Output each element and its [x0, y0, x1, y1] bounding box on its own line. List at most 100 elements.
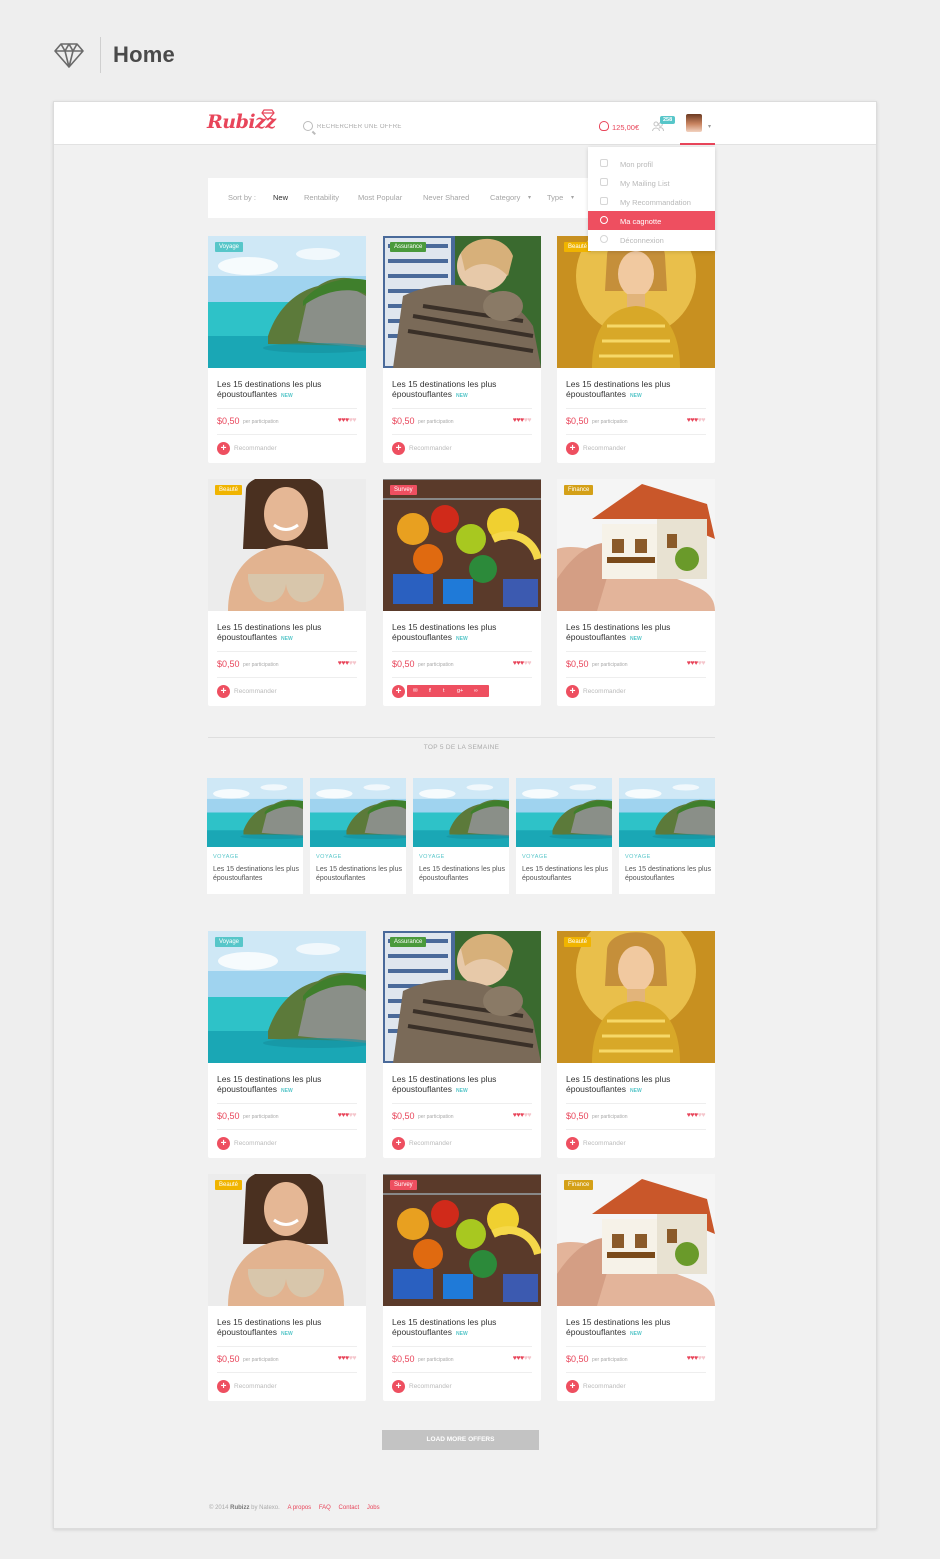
recommend-label[interactable]: Recommander — [583, 445, 626, 452]
recommend-label[interactable]: Recommander — [409, 1140, 452, 1147]
top5-title[interactable]: Les 15 destinations les plus époustoufla… — [213, 866, 299, 883]
recommend-button[interactable]: + — [217, 442, 230, 455]
offer-image[interactable] — [383, 479, 541, 611]
search-input[interactable] — [317, 122, 437, 131]
offer-title[interactable]: Les 15 destinations les plus époustoufla… — [392, 379, 532, 401]
recommend-label[interactable]: Recommander — [409, 1383, 452, 1390]
offer-title[interactable]: Les 15 destinations les plus époustoufla… — [566, 622, 706, 644]
link-icon[interactable]: ∞ — [474, 688, 478, 694]
sort-option-most-popular[interactable]: Most Popular — [358, 193, 402, 202]
offer-image[interactable] — [383, 1174, 541, 1306]
offer-title[interactable]: Les 15 destinations les plus époustoufla… — [392, 1074, 532, 1096]
recommend-button[interactable]: + — [566, 442, 579, 455]
offer-card[interactable]: Beauté Les 15 destinations les plus épous… — [557, 236, 715, 463]
offer-card[interactable]: Assurance Les 15 destinations les plus ép… — [383, 236, 541, 463]
recommend-label[interactable]: Recommander — [234, 445, 277, 452]
top5-image[interactable] — [516, 778, 612, 847]
offer-card[interactable]: Finance Les 15 destinations les plus épou… — [557, 479, 715, 706]
offer-image[interactable] — [383, 931, 541, 1063]
footer-link-jobs[interactable]: Jobs — [367, 1505, 380, 1511]
top5-image[interactable] — [207, 778, 303, 847]
load-more-button[interactable]: LOAD MORE OFFERS — [382, 1430, 539, 1450]
search-icon[interactable] — [303, 121, 313, 131]
offer-title[interactable]: Les 15 destinations les plus époustoufla… — [217, 379, 357, 401]
recommend-label[interactable]: Recommander — [234, 1140, 277, 1147]
recommend-label[interactable]: Recommander — [583, 688, 626, 695]
google-plus-icon[interactable]: g+ — [457, 688, 463, 694]
offer-title[interactable]: Les 15 destinations les plus époustoufla… — [566, 379, 706, 401]
recommend-label[interactable]: Recommander — [234, 688, 277, 695]
balance-amount[interactable]: 125,00€ — [612, 123, 639, 132]
sort-option-category[interactable]: Category — [490, 193, 520, 202]
sort-option-type[interactable]: Type — [547, 193, 563, 202]
offer-title[interactable]: Les 15 destinations les plus époustoufla… — [566, 1074, 706, 1096]
footer-link-contact[interactable]: Contact — [339, 1505, 360, 1511]
offer-card[interactable]: Beauté Les 15 destinations les plus épous… — [208, 479, 366, 706]
recommend-button[interactable]: + — [392, 1380, 405, 1393]
footer-link-apropos[interactable]: A propos — [287, 1505, 311, 1511]
top5-item[interactable]: VOYAGE Les 15 destinations les plus épous… — [619, 778, 715, 894]
sort-option-never-shared[interactable]: Never Shared — [423, 193, 469, 202]
top5-item[interactable]: VOYAGE Les 15 destinations les plus épous… — [516, 778, 612, 894]
offer-card[interactable]: Voyage Les 15 destinations les plus épous… — [208, 931, 366, 1158]
offer-image[interactable] — [557, 1174, 715, 1306]
offer-image[interactable] — [557, 479, 715, 611]
twitter-icon[interactable]: t — [443, 688, 445, 694]
menu-item-mailing-list[interactable]: My Mailing List — [588, 173, 715, 192]
chevron-down-icon[interactable]: ▾ — [528, 194, 531, 201]
offer-image[interactable] — [208, 931, 366, 1063]
recommend-button[interactable]: + — [392, 442, 405, 455]
avatar[interactable] — [686, 114, 702, 132]
mail-icon[interactable]: ✉ — [413, 688, 418, 694]
recommend-label[interactable]: Recommander — [583, 1383, 626, 1390]
offer-card[interactable]: Survey Les 15 destinations les plus épous… — [383, 479, 541, 706]
chevron-down-icon[interactable]: ▾ — [708, 123, 711, 130]
recommend-button[interactable]: + — [217, 1137, 230, 1150]
offer-card[interactable]: Voyage Les 15 destinations les plus épous… — [208, 236, 366, 463]
recommend-button[interactable]: + — [566, 685, 579, 698]
menu-item-profile[interactable]: Mon profil — [588, 154, 715, 173]
recommend-button[interactable]: + — [392, 1137, 405, 1150]
offer-image[interactable] — [208, 236, 366, 368]
sort-option-new[interactable]: New — [273, 193, 288, 202]
recommend-button[interactable]: + — [217, 685, 230, 698]
top5-image[interactable] — [619, 778, 715, 847]
offer-card[interactable]: Beauté Les 15 destinations les plus épous… — [557, 931, 715, 1158]
offer-title[interactable]: Les 15 destinations les plus époustoufla… — [566, 1317, 706, 1339]
offer-image[interactable] — [208, 1174, 366, 1306]
top5-title[interactable]: Les 15 destinations les plus époustoufla… — [522, 866, 608, 883]
offer-image[interactable] — [557, 236, 715, 368]
offer-image[interactable] — [208, 479, 366, 611]
recommend-button[interactable]: + — [566, 1137, 579, 1150]
recommend-label[interactable]: Recommander — [409, 445, 452, 452]
recommend-button[interactable]: + — [392, 685, 405, 698]
top5-image[interactable] — [413, 778, 509, 847]
facebook-icon[interactable]: f — [429, 688, 431, 694]
top5-item[interactable]: VOYAGE Les 15 destinations les plus épous… — [413, 778, 509, 894]
menu-item-logout[interactable]: Déconnexion — [588, 230, 715, 249]
offer-card[interactable]: Finance Les 15 destinations les plus épou… — [557, 1174, 715, 1401]
top5-title[interactable]: Les 15 destinations les plus époustoufla… — [625, 866, 711, 883]
footer-link-faq[interactable]: FAQ — [319, 1505, 331, 1511]
top5-item[interactable]: VOYAGE Les 15 destinations les plus épous… — [207, 778, 303, 894]
top5-item[interactable]: VOYAGE Les 15 destinations les plus épous… — [310, 778, 406, 894]
recommend-label[interactable]: Recommander — [583, 1140, 626, 1147]
offer-image[interactable] — [557, 931, 715, 1063]
offer-title[interactable]: Les 15 destinations les plus époustoufla… — [217, 1074, 357, 1096]
sort-option-rentability[interactable]: Rentability — [304, 193, 339, 202]
piggy-bank-icon[interactable] — [599, 121, 609, 131]
offer-card[interactable]: Assurance Les 15 destinations les plus ép… — [383, 931, 541, 1158]
offer-image[interactable] — [383, 236, 541, 368]
recommend-button[interactable]: + — [217, 1380, 230, 1393]
recommend-label[interactable]: Recommander — [234, 1383, 277, 1390]
menu-item-cagnotte[interactable]: Ma cagnotte — [588, 211, 715, 230]
offer-card[interactable]: Beauté Les 15 destinations les plus épous… — [208, 1174, 366, 1401]
top5-image[interactable] — [310, 778, 406, 847]
menu-item-recommandation[interactable]: My Recommandation — [588, 192, 715, 211]
offer-title[interactable]: Les 15 destinations les plus époustoufla… — [392, 1317, 532, 1339]
top5-title[interactable]: Les 15 destinations les plus époustoufla… — [419, 866, 505, 883]
top5-title[interactable]: Les 15 destinations les plus époustoufla… — [316, 866, 402, 883]
offer-title[interactable]: Les 15 destinations les plus époustoufla… — [217, 622, 357, 644]
offer-title[interactable]: Les 15 destinations les plus époustoufla… — [217, 1317, 357, 1339]
recommend-button[interactable]: + — [566, 1380, 579, 1393]
